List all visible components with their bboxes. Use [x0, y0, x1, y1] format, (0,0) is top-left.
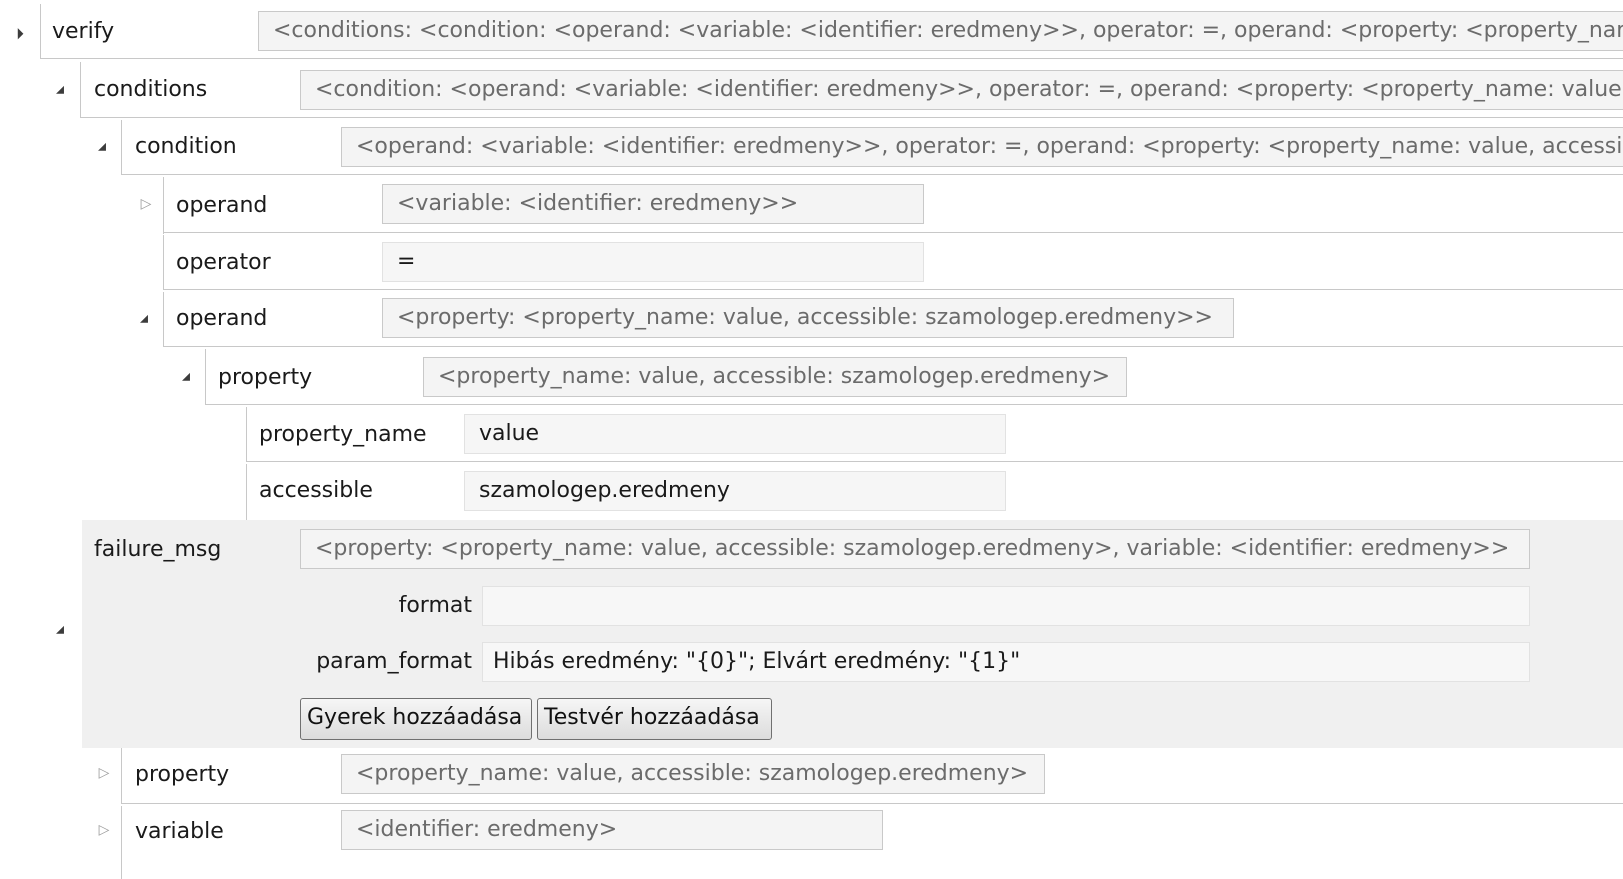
- node-label-property-inner: property: [218, 365, 313, 390]
- collapse-failure-msg-icon[interactable]: ◢: [52, 622, 68, 638]
- node-summary-condition[interactable]: <operand: <variable: <identifier: eredme…: [341, 127, 1623, 167]
- node-label-conditions: conditions: [94, 77, 208, 102]
- node-label-operand-1: operand: [176, 193, 268, 218]
- collapse-verify-icon[interactable]: ◢: [7, 23, 30, 46]
- add-child-button[interactable]: Gyerek hozzáadása: [300, 698, 532, 740]
- node-summary-property-outer[interactable]: <property_name: value, accessible: szamo…: [341, 754, 1045, 794]
- format-field[interactable]: [482, 586, 1530, 626]
- collapse-conditions-icon[interactable]: ◢: [52, 82, 68, 98]
- node-label-property-name: property_name: [259, 422, 427, 447]
- node-summary-operand-1[interactable]: <variable: <identifier: eredmeny>>: [382, 184, 924, 224]
- node-summary-failure-msg[interactable]: <property: <property_name: value, access…: [300, 529, 1530, 569]
- property-name-field[interactable]: value: [464, 414, 1006, 454]
- add-sibling-button[interactable]: Testvér hozzáadása: [537, 698, 772, 740]
- node-label-accessible: accessible: [259, 478, 373, 503]
- expand-operand-icon[interactable]: ▷: [136, 194, 156, 214]
- expand-variable-icon[interactable]: ▷: [94, 820, 114, 840]
- node-summary-conditions[interactable]: <condition: <operand: <variable: <identi…: [300, 70, 1623, 110]
- collapse-property-icon[interactable]: ◢: [178, 369, 194, 385]
- node-label-failure-msg: failure_msg: [94, 537, 222, 562]
- collapse-condition-icon[interactable]: ◢: [94, 139, 110, 155]
- param-format-label: param_format: [316, 649, 472, 674]
- format-label: format: [398, 593, 472, 618]
- node-label-operator: operator: [176, 250, 271, 275]
- param-format-field[interactable]: Hibás eredmény: "{0}"; Elvárt eredmény: …: [482, 642, 1530, 682]
- expand-property-icon[interactable]: ▷: [94, 763, 114, 783]
- node-summary-verify[interactable]: <conditions: <condition: <operand: <vari…: [258, 11, 1623, 51]
- node-label-variable: variable: [135, 819, 224, 844]
- node-label-operand-2: operand: [176, 306, 268, 331]
- node-summary-operand-2[interactable]: <property: <property_name: value, access…: [382, 298, 1234, 338]
- node-label-property-outer: property: [135, 762, 230, 787]
- node-label-condition: condition: [135, 134, 237, 159]
- node-label-verify: verify: [52, 19, 115, 44]
- node-summary-variable[interactable]: <identifier: eredmeny>: [341, 810, 883, 850]
- node-summary-property-inner[interactable]: <property_name: value, accessible: szamo…: [423, 357, 1127, 397]
- accessible-field[interactable]: szamologep.eredmeny: [464, 471, 1006, 511]
- operator-value-field[interactable]: =: [382, 242, 924, 282]
- collapse-operand-icon[interactable]: ◢: [136, 311, 152, 327]
